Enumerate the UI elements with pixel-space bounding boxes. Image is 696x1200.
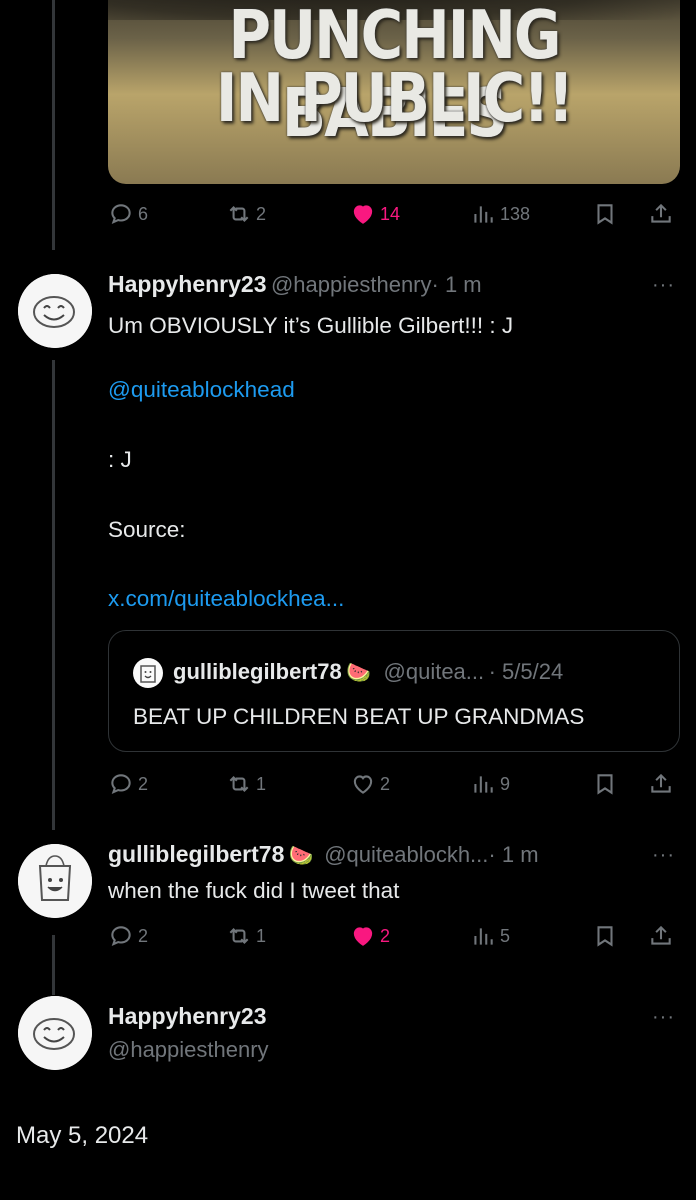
repost-icon (229, 928, 249, 944)
reply-count: 6 (138, 203, 149, 224)
heart-outline-icon (353, 775, 373, 794)
views-button[interactable]: 9 (470, 768, 510, 800)
reply-button[interactable]: 2 (108, 920, 148, 952)
repost-icon (229, 776, 249, 792)
thread-line-reply2 (52, 935, 55, 995)
main-author-name[interactable]: Happyhenry23 (108, 1003, 267, 1030)
media-caption-line2: IN PUBLIC!! (215, 58, 574, 138)
author-handle[interactable]: @happiesthenry (271, 272, 432, 297)
bag-face-icon (18, 844, 92, 918)
share-button[interactable] (648, 768, 674, 800)
repost-icon (229, 206, 249, 222)
top-tweet-actions: 6 2 14 138 (108, 198, 678, 230)
reply1-line1: Um OBVIOUSLY it’s Gullible Gilbert!!! : … (108, 313, 514, 338)
quote-tweet-card[interactable]: gulliblegilbert78 🍉 @quitea... · 5/5/24 … (108, 630, 680, 752)
views-button[interactable]: 138 (470, 198, 530, 230)
tweet-media-image[interactable]: PUNCHING BABIES IN PUBLIC!! (108, 0, 680, 184)
author-name[interactable]: gulliblegilbert78 (108, 841, 284, 867)
share-icon (651, 925, 671, 945)
quote-text: BEAT UP CHILDREN BEAT UP GRANDMAS (133, 704, 585, 729)
share-icon (651, 773, 671, 793)
repost-count: 1 (256, 925, 267, 946)
reply1-line3: Source: (108, 517, 186, 542)
repost-count: 2 (256, 203, 267, 224)
like-count: 14 (380, 203, 401, 224)
views-button[interactable]: 5 (470, 920, 510, 952)
bookmark-icon (597, 926, 613, 947)
quote-author-name: gulliblegilbert78 (173, 659, 342, 684)
reply1-line2: : J (108, 447, 132, 472)
reply2-text: when the fuck did I tweet that (108, 878, 400, 903)
repost-count: 1 (256, 773, 267, 794)
more-options-icon[interactable]: ··· (652, 844, 675, 867)
author-handle[interactable]: @quiteablockh... (324, 842, 488, 867)
reply-button[interactable]: 2 (108, 768, 148, 800)
heart-filled-icon (353, 927, 373, 946)
repost-button[interactable]: 2 (226, 198, 266, 230)
views-icon (474, 206, 493, 223)
quote-header: gulliblegilbert78 🍉 @quitea... · 5/5/24 (173, 659, 563, 685)
bookmark-button[interactable] (592, 198, 618, 230)
repost-button[interactable]: 1 (226, 768, 266, 800)
quote-date: · 5/5/24 (488, 659, 564, 684)
smiley-face-icon (18, 274, 92, 348)
more-options-icon[interactable]: ··· (652, 1006, 675, 1029)
reply2-header: gulliblegilbert78 🍉 @quiteablockh...· 1 … (108, 841, 539, 868)
like-count: 2 (380, 925, 391, 946)
bookmark-button[interactable] (592, 920, 618, 952)
main-author-handle[interactable]: @happiesthenry (108, 1037, 269, 1063)
reply1-header: Happyhenry23 @happiesthenry· 1 m (108, 271, 482, 298)
repost-button[interactable]: 1 (226, 920, 266, 952)
like-count: 2 (380, 773, 391, 794)
avatar-happyhenry[interactable] (18, 274, 92, 348)
thread-line-reply1 (52, 360, 55, 830)
quote-avatar[interactable] (133, 658, 163, 688)
quote-author-handle: @quitea... (383, 659, 485, 684)
avatar-happyhenry-main[interactable] (18, 996, 92, 1070)
bag-face-icon (140, 665, 156, 683)
timestamp[interactable]: · 1 m (432, 272, 482, 297)
heart-filled-icon (353, 205, 373, 224)
main-tweet-date[interactable]: May 5, 2024 (16, 1122, 148, 1150)
source-link[interactable]: x.com/quiteablockhea... (108, 586, 344, 612)
views-count: 5 (500, 925, 511, 946)
reply-icon (111, 204, 131, 224)
mention-link[interactable]: @quiteablockhead (108, 377, 295, 403)
like-button[interactable]: 2 (350, 768, 390, 800)
views-count: 9 (500, 773, 511, 794)
reply2-actions: 2 1 2 5 (108, 920, 678, 952)
reply1-actions: 2 1 2 9 (108, 768, 678, 800)
bookmark-button[interactable] (592, 768, 618, 800)
reply-button[interactable]: 6 (108, 198, 148, 230)
reply-count: 2 (138, 773, 149, 794)
like-button[interactable]: 2 (350, 920, 390, 952)
reply-count: 2 (138, 925, 149, 946)
watermelon-emoji: 🍉 (288, 845, 314, 867)
like-button[interactable]: 14 (350, 198, 400, 230)
avatar-gulliblegilbert[interactable] (18, 844, 92, 918)
share-icon (651, 203, 671, 223)
reply-icon (111, 926, 131, 946)
thread-line-top (52, 0, 55, 250)
views-icon (474, 776, 493, 793)
more-options-icon[interactable]: ··· (652, 274, 675, 297)
share-button[interactable] (648, 198, 674, 230)
share-button[interactable] (648, 920, 674, 952)
bookmark-icon (597, 204, 613, 225)
views-count: 138 (500, 203, 531, 224)
timestamp[interactable]: · 1 m (488, 842, 538, 867)
watermelon-emoji: 🍉 (346, 662, 372, 684)
smiley-face-icon (18, 996, 92, 1070)
views-icon (474, 928, 493, 945)
bookmark-icon (597, 774, 613, 795)
reply-icon (111, 774, 131, 794)
author-name[interactable]: Happyhenry23 (108, 271, 267, 297)
